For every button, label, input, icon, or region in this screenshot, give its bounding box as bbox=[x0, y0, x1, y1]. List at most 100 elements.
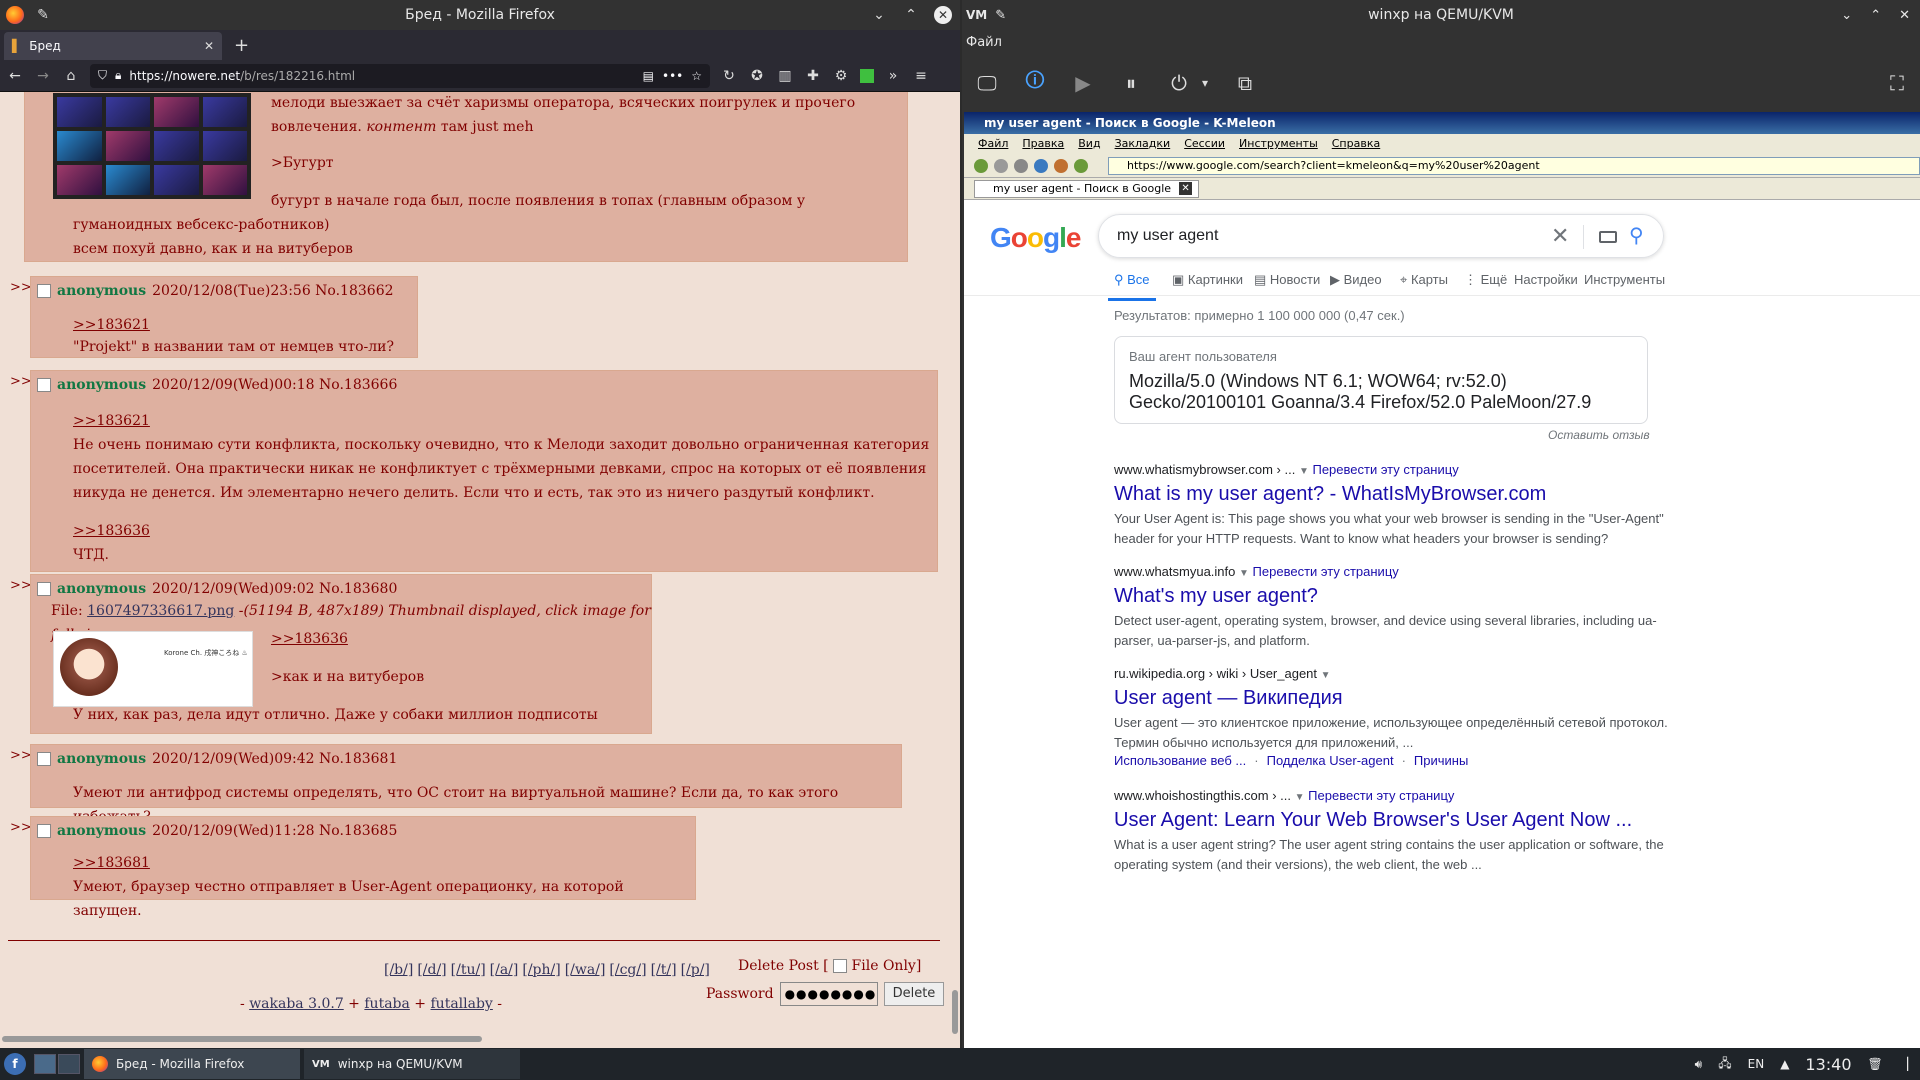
thumbnail-image[interactable]: Korone Ch. 戌神ころね ♨ bbox=[53, 631, 253, 707]
forward-icon[interactable]: → bbox=[34, 68, 52, 84]
board-link[interactable]: [/d/] bbox=[417, 962, 446, 978]
menu-item[interactable]: Вид bbox=[1078, 134, 1100, 154]
tab-news[interactable]: ▤ Новости bbox=[1254, 272, 1320, 288]
feedback-link[interactable]: Оставить отзыв bbox=[1548, 428, 1650, 442]
clock[interactable]: 13:40 bbox=[1805, 1055, 1851, 1074]
tab-close-icon[interactable]: ✕ bbox=[1179, 182, 1193, 195]
kmeleon-tab[interactable]: my user agent - Поиск в Google ✕ bbox=[974, 179, 1200, 198]
puzzle-icon[interactable]: ✚ bbox=[804, 68, 822, 84]
tab-settings[interactable]: Настройки bbox=[1514, 272, 1578, 287]
futaba-link[interactable]: futaba bbox=[364, 996, 409, 1012]
close-icon[interactable]: ✕ bbox=[934, 6, 952, 24]
tab-more[interactable]: ⋮ Ещё bbox=[1464, 272, 1507, 288]
post-checkbox[interactable] bbox=[37, 824, 51, 838]
board-link[interactable]: [/tu/] bbox=[451, 962, 486, 978]
password-input[interactable]: ●●●●●●●● bbox=[779, 982, 878, 1006]
thumbnail-image[interactable] bbox=[53, 93, 251, 199]
board-link[interactable]: [/b/] bbox=[384, 962, 413, 978]
pin-icon[interactable]: ✎ bbox=[34, 7, 52, 23]
quote-link[interactable]: >>183621 bbox=[73, 409, 150, 433]
reader-view-icon[interactable]: ▤ bbox=[643, 69, 654, 83]
post-checkbox[interactable] bbox=[37, 582, 51, 596]
extension-star-icon[interactable]: ✪ bbox=[748, 68, 766, 84]
volume-icon[interactable]: 🔊︎ bbox=[1695, 1057, 1703, 1072]
maximize-icon[interactable]: ⌃ bbox=[902, 7, 920, 23]
power-icon[interactable]: ⏻︎ bbox=[1166, 70, 1192, 96]
menu-item[interactable]: Справка bbox=[1332, 134, 1380, 154]
delete-button[interactable]: Delete bbox=[883, 982, 945, 1006]
menu-item[interactable]: Файл bbox=[978, 134, 1008, 154]
extension-green-icon[interactable] bbox=[860, 68, 874, 83]
taskbar-vm[interactable]: VM winxp на QEMU/KVM bbox=[304, 1049, 520, 1079]
reload-icon[interactable] bbox=[1034, 158, 1048, 173]
power-menu-chevron-icon[interactable]: ▾ bbox=[1200, 70, 1210, 96]
tab-thread[interactable]: ▌ Бред ✕ bbox=[4, 32, 222, 60]
tab-images[interactable]: ▣ Картинки bbox=[1172, 272, 1243, 288]
futallaby-link[interactable]: futallaby bbox=[431, 996, 493, 1012]
translate-link[interactable]: Перевести эту страницу bbox=[1308, 788, 1454, 803]
tab-maps[interactable]: ⌖ Карты bbox=[1400, 272, 1448, 288]
post-checkbox[interactable] bbox=[37, 752, 51, 766]
result-title[interactable]: What's my user agent? bbox=[1114, 583, 1714, 609]
trash-icon[interactable]: 🗑︎ bbox=[1868, 1057, 1883, 1071]
info-icon[interactable]: 🛈︎ bbox=[1022, 68, 1048, 96]
vm-menu-file[interactable]: Файл bbox=[962, 30, 1920, 56]
snapshot-icon[interactable]: ⧉ bbox=[1232, 70, 1258, 96]
result-title[interactable]: What is my user agent? - WhatIsMyBrowser… bbox=[1114, 481, 1714, 507]
show-desktop-icon[interactable]: ▕ bbox=[1899, 1057, 1908, 1071]
desktop-1[interactable] bbox=[34, 1054, 56, 1074]
stop-icon[interactable] bbox=[1014, 158, 1028, 173]
post-checkbox[interactable] bbox=[37, 378, 51, 392]
keyboard-layout[interactable]: EN bbox=[1748, 1057, 1765, 1071]
pin-icon[interactable]: ✎ bbox=[995, 8, 1006, 23]
menu-item[interactable]: Сессии bbox=[1184, 134, 1225, 154]
sitelink[interactable]: Использование веб ... bbox=[1114, 753, 1246, 768]
tab-close-icon[interactable]: ✕ bbox=[204, 39, 214, 53]
tab-all[interactable]: ⚲ Все bbox=[1108, 272, 1156, 301]
translate-link[interactable]: Перевести эту страницу bbox=[1253, 564, 1399, 579]
search-input[interactable]: my user agent ✕ ⚲ bbox=[1098, 214, 1664, 258]
desktop-2[interactable] bbox=[58, 1054, 80, 1074]
shield-icon[interactable]: ⛉ bbox=[98, 68, 107, 83]
keyboard-icon[interactable] bbox=[1599, 231, 1617, 243]
lock-icon[interactable]: 🔒︎ bbox=[115, 68, 121, 83]
start-menu-icon[interactable]: f bbox=[4, 1053, 26, 1075]
search-icon[interactable]: ⚲ bbox=[1629, 223, 1644, 248]
chevron-down-icon[interactable]: ⌄ bbox=[870, 7, 888, 23]
result-title[interactable]: User Agent: Learn Your Web Browser's Use… bbox=[1114, 807, 1714, 833]
pause-icon[interactable]: ⏸︎ bbox=[1118, 70, 1144, 96]
forward-icon[interactable] bbox=[994, 158, 1008, 173]
network-icon[interactable]: 🖧︎ bbox=[1718, 1054, 1731, 1075]
result-title[interactable]: User agent — Википедия bbox=[1114, 685, 1714, 711]
board-link[interactable]: [/wa/] bbox=[565, 962, 606, 978]
translate-link[interactable]: Перевести эту страницу bbox=[1312, 462, 1458, 477]
more-actions-icon[interactable]: ••• bbox=[662, 69, 683, 83]
tray-expand-icon[interactable]: ▲ bbox=[1780, 1057, 1789, 1071]
sitelink[interactable]: Причины bbox=[1414, 753, 1468, 768]
back-icon[interactable]: ← bbox=[6, 68, 24, 84]
file-only-checkbox[interactable] bbox=[833, 959, 848, 973]
wakaba-link[interactable]: wakaba 3.0.7 bbox=[249, 996, 344, 1012]
go-icon[interactable] bbox=[1074, 158, 1088, 173]
board-link[interactable]: [/t/] bbox=[651, 962, 677, 978]
clear-icon[interactable]: ✕ bbox=[1551, 223, 1569, 249]
play-icon[interactable]: ▶ bbox=[1070, 70, 1096, 96]
overflow-icon[interactable]: » bbox=[884, 68, 902, 84]
gear-icon[interactable]: ⚙ bbox=[832, 68, 850, 84]
horizontal-scrollbar[interactable] bbox=[2, 1036, 482, 1042]
kmeleon-url-input[interactable]: https://www.google.com/search?client=kme… bbox=[1108, 156, 1920, 175]
google-logo[interactable]: Google bbox=[990, 222, 1081, 254]
taskbar-firefox[interactable]: Бред - Mozilla Firefox bbox=[84, 1049, 300, 1079]
reload-icon[interactable]: ↻ bbox=[720, 68, 738, 84]
maximize-icon[interactable]: ⌃ bbox=[1870, 8, 1881, 23]
sitelink[interactable]: Подделка User-agent bbox=[1267, 753, 1394, 768]
chevron-down-icon[interactable]: ⌄ bbox=[1841, 8, 1852, 23]
quote-link[interactable]: >>183681 bbox=[73, 851, 150, 875]
post-checkbox[interactable] bbox=[37, 284, 51, 298]
home-icon[interactable]: ⌂ bbox=[62, 68, 80, 84]
quote-link[interactable]: >>183636 bbox=[73, 519, 150, 543]
menu-item[interactable]: Инструменты bbox=[1239, 134, 1318, 154]
tab-video[interactable]: ▶ Видео bbox=[1330, 272, 1382, 288]
board-link[interactable]: [/a/] bbox=[490, 962, 519, 978]
back-icon[interactable] bbox=[974, 158, 988, 173]
